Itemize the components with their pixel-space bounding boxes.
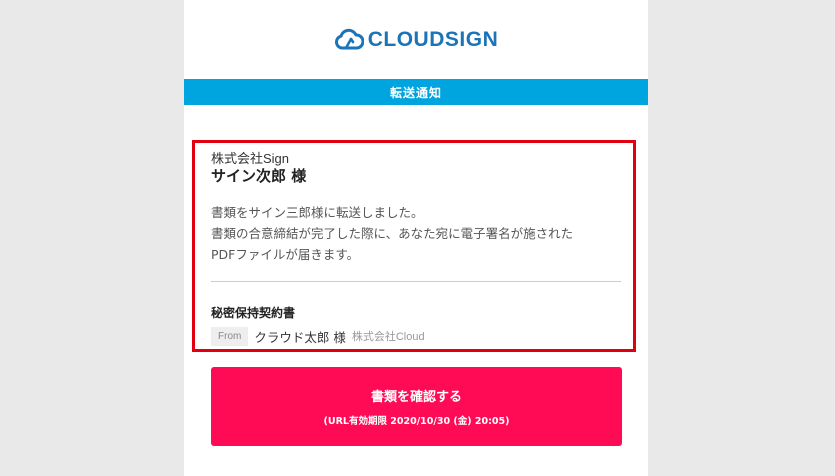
review-document-label: 書類を確認する (370, 390, 462, 405)
cloudsign-logo: CLOUDSIGN (184, 24, 648, 56)
logo-text-cloud: CLOUD (367, 28, 445, 51)
message-line: PDFファイルが届きます。 (211, 247, 360, 262)
from-badge: From (211, 326, 249, 346)
email-card: CLOUDSIGN 転送通知 株式会社Sign サイン次郎 様 書類をサイン三郎… (184, 0, 648, 476)
sender-row: From クラウド太郎 様 株式会社Cloud (211, 326, 425, 346)
url-expiry-label: (URL有効期限 2020/10/30 (金) 20:05) (323, 416, 510, 427)
cloud-sign-icon (334, 28, 364, 50)
message-line: 書類をサイン三郎様に転送しました。 (211, 205, 424, 220)
logo-text-sign: SIGN (444, 28, 499, 51)
document-title: 秘密保持契約書 (211, 306, 296, 320)
message-body: 書類をサイン三郎様に転送しました。 書類の合意締結が完了した際に、あなた宛に電子… (211, 202, 611, 265)
message-line: 書類の合意締結が完了した際に、あなた宛に電子署名が施された (211, 226, 574, 241)
sender-company: 株式会社Cloud (351, 331, 425, 343)
review-document-button[interactable]: 書類を確認する (URL有効期限 2020/10/30 (金) 20:05) (211, 367, 622, 446)
sender-name: クラウド太郎 様 (254, 329, 346, 345)
notification-banner: 転送通知 (184, 79, 648, 105)
divider (211, 281, 621, 282)
recipient-name: サイン次郎 様 (211, 167, 307, 185)
